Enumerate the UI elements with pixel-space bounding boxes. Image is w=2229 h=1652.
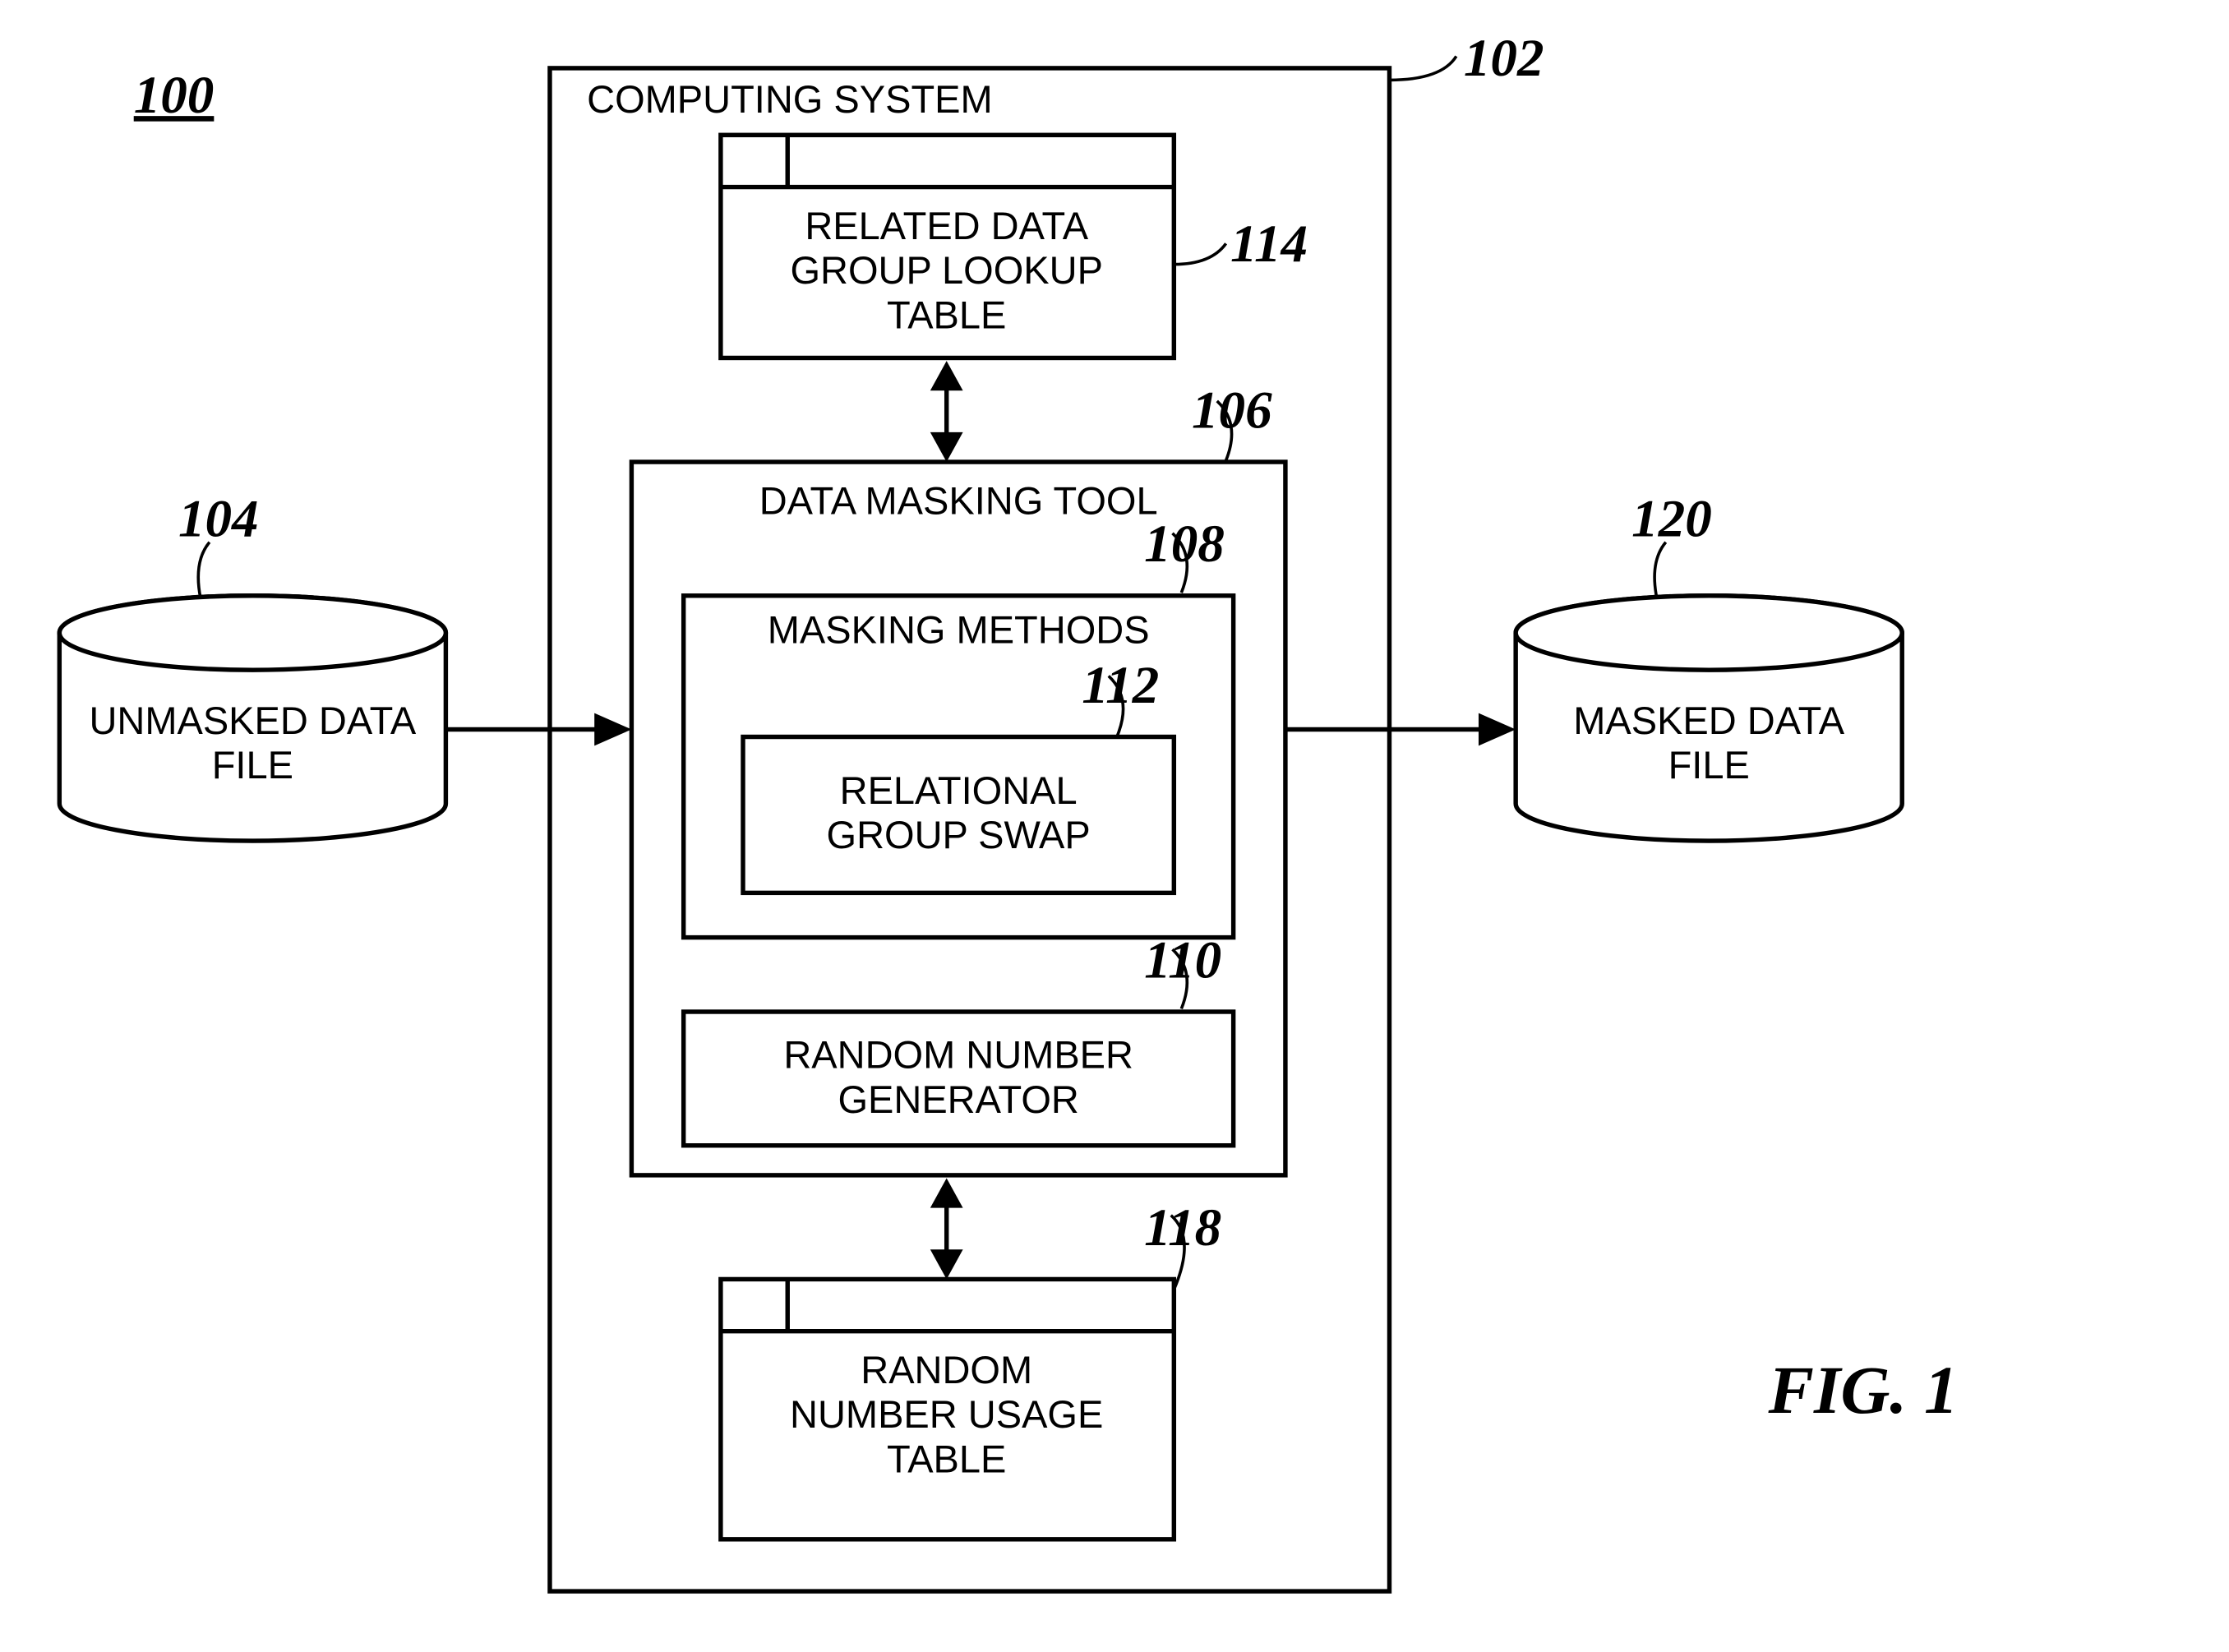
usage-text-3: TABLE [887,1437,1006,1480]
lookup-table-block: RELATED DATA GROUP LOOKUP TABLE [721,135,1174,358]
relational-text-2: GROUP SWAP [827,813,1091,856]
ref-100: 100 [134,66,215,125]
diagram-root: 100 COMPUTING SYSTEM 102 RELATED DATA GR… [0,0,2229,1652]
arrow-unmasked-to-tool [445,713,631,746]
ref-120: 120 [1631,489,1712,548]
unmasked-text-1: UNMASKED DATA [89,699,416,742]
ref-110: 110 [1144,930,1221,990]
masked-text-1: MASKED DATA [1573,699,1845,742]
ref-114: 114 [1230,215,1308,274]
ref-104: 104 [178,489,259,548]
random-text-2: GENERATOR [838,1077,1078,1121]
ref-106: 106 [1192,381,1272,440]
ref-line-102 [1389,56,1456,80]
relational-text-1: RELATIONAL [840,768,1078,812]
ref-108: 108 [1144,515,1225,574]
ref-line-120 [1654,542,1666,599]
masked-data-file-cylinder: MASKED DATA FILE [1516,596,1902,841]
ref-102: 102 [1464,29,1544,88]
lookup-text-3: TABLE [887,293,1006,336]
random-text-1: RANDOM NUMBER [783,1033,1133,1077]
lookup-text-2: GROUP LOOKUP [790,248,1102,292]
ref-118: 118 [1144,1198,1221,1257]
usage-text-1: RANDOM [861,1348,1032,1391]
unmasked-data-file-cylinder: UNMASKED DATA FILE [59,596,445,841]
unmasked-text-2: FILE [212,743,293,787]
masked-text-2: FILE [1668,743,1750,787]
masking-methods-label: MASKING METHODS [768,608,1150,652]
usage-text-2: NUMBER USAGE [790,1392,1103,1436]
lookup-text-1: RELATED DATA [805,204,1088,247]
ref-line-104 [198,542,210,599]
figure-label: FIG. 1 [1768,1352,1959,1428]
computing-system-label: COMPUTING SYSTEM [587,77,993,121]
usage-table-block: RANDOM NUMBER USAGE TABLE [721,1279,1174,1539]
data-masking-tool-label: DATA MASKING TOOL [759,478,1158,522]
ref-112: 112 [1082,656,1159,715]
